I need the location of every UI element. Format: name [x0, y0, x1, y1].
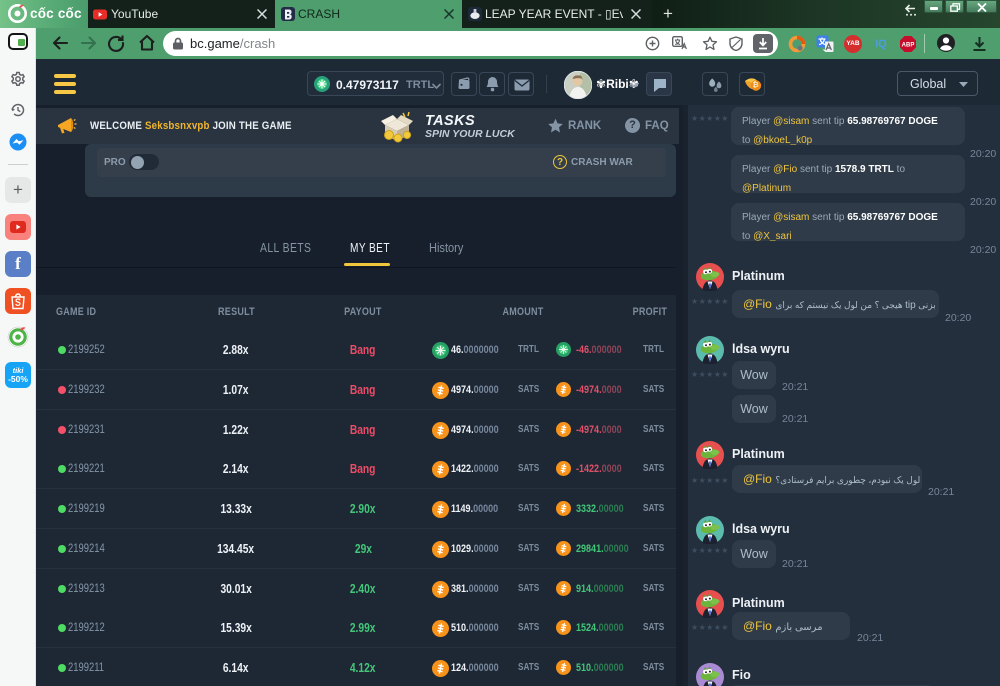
svg-text:ABP: ABP	[902, 43, 915, 49]
svg-text:₿: ₿	[752, 80, 758, 89]
